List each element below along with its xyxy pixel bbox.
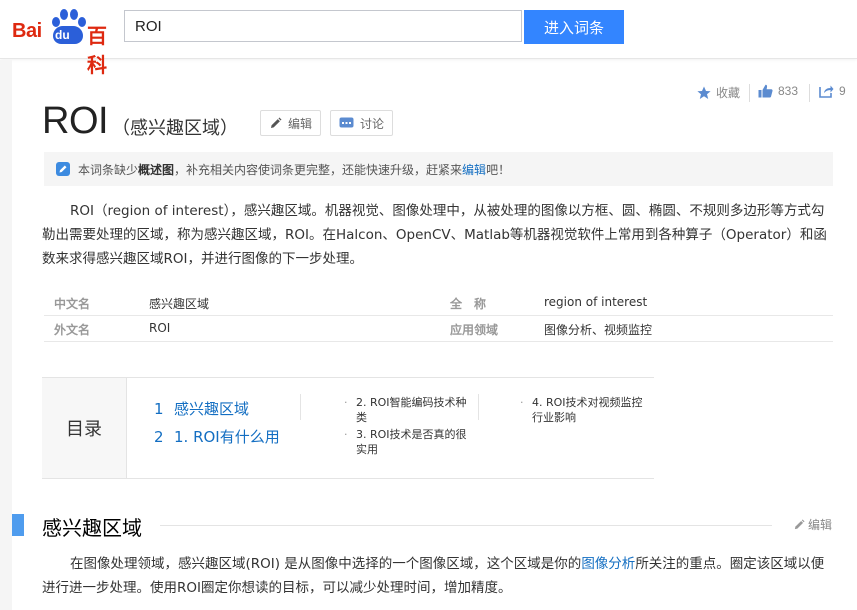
basic-info-name: 中文名 <box>54 297 91 311</box>
toc-item-number: 2 <box>154 428 164 446</box>
discuss-label: 讨论 <box>360 116 385 131</box>
toc-subitem[interactable]: 2. ROI智能编码技术种类 <box>344 395 476 425</box>
like-count: 833 <box>778 84 799 98</box>
entry-subtitle: （感兴趣区域） <box>112 118 238 139</box>
missing-image-notice: 本词条缺少 概述图 ，补充相关内容使词条更完整，还能快速升级，赶紧来 编辑 吧！ <box>44 152 833 186</box>
favorite-label: 收藏 <box>716 86 741 100</box>
basic-info-value: ROI <box>149 321 171 335</box>
left-gutter <box>0 60 12 610</box>
image-analysis-link[interactable]: 图像分析 <box>581 556 635 572</box>
share-count: 9 <box>839 84 846 98</box>
entry-actions: 收藏 833 9 <box>697 84 847 102</box>
section-edit-label: 编辑 <box>808 518 833 532</box>
edit-notice-icon <box>56 162 70 176</box>
section-text: 在图像处理领域，感兴趣区域(ROI) 是从图像中选择的一个图像区域，这个区域是你… <box>70 556 582 572</box>
favorite-button[interactable]: 收藏 <box>697 84 740 101</box>
pencil-icon <box>794 518 805 529</box>
edit-button[interactable]: 编辑 <box>260 110 322 136</box>
logo-baike-text: 百科 <box>87 24 107 77</box>
baidu-baike-logo[interactable]: Bai du 百科 <box>12 8 120 77</box>
star-icon <box>697 86 711 99</box>
basic-info-name: 外文名 <box>54 323 91 337</box>
search-input[interactable] <box>124 10 522 42</box>
basic-info-name: 全 称 <box>450 297 487 311</box>
enter-entry-button[interactable]: 进入词条 <box>524 10 624 44</box>
toc-subitem[interactable]: 3. ROI技术是否真的很实用 <box>344 427 476 457</box>
discuss-button[interactable]: 讨论 <box>330 110 394 136</box>
toc-divider <box>300 394 301 420</box>
like-button[interactable]: 833 <box>758 84 798 98</box>
divider <box>749 84 750 102</box>
toc-divider <box>478 394 479 420</box>
basic-info-name: 应用领域 <box>450 323 499 337</box>
toc-item-text: 感兴趣区域 <box>174 400 250 418</box>
toc-item-text: 1. ROI有什么用 <box>174 428 280 446</box>
section-edit-button[interactable]: 编辑 <box>793 516 832 533</box>
thumbs-up-icon <box>758 84 773 98</box>
section-divider <box>160 525 772 526</box>
basic-info-row: 外文名 ROI 应用领域 图像分析、视频监控 <box>44 316 833 342</box>
pencil-icon <box>271 117 282 128</box>
section-title: 感兴趣区域 <box>42 516 142 540</box>
toc-item[interactable]: 1 感兴趣区域 <box>154 398 249 419</box>
table-of-contents: 目录 1 感兴趣区域 2 1. ROI有什么用 2. ROI智能编码技术种类 3. … <box>42 377 654 479</box>
top-header: Bai du 百科 进入词条 <box>0 0 857 77</box>
share-icon <box>819 85 834 98</box>
basic-info-table: 中文名 感兴趣区域 全 称 region of interest 外文名 ROI… <box>44 290 833 342</box>
paw-icon: du <box>47 8 87 48</box>
notice-bold: 概述图 <box>138 162 175 177</box>
share-button[interactable]: 9 <box>819 84 846 98</box>
toc-item[interactable]: 2 1. ROI有什么用 <box>154 426 280 447</box>
logo-du-text: du <box>55 28 70 42</box>
chat-icon <box>339 117 354 127</box>
logo-bai-text: Bai <box>12 20 42 42</box>
section-paragraph: 在图像处理领域，感兴趣区域(ROI) 是从图像中选择的一个图像区域，这个区域是你… <box>42 552 834 600</box>
toc-label: 目录 <box>42 378 127 478</box>
basic-info-value: 图像分析、视频监控 <box>544 323 653 337</box>
edit-label: 编辑 <box>288 116 313 131</box>
notice-prefix: 本词条缺少 <box>78 162 139 177</box>
notice-middle: ，补充相关内容使词条更完整，还能快速升级，赶紧来 <box>174 162 463 177</box>
toc-item-number: 1 <box>154 400 164 418</box>
notice-suffix: 吧！ <box>486 162 511 177</box>
entry-title: ROI <box>42 100 109 142</box>
basic-info-row: 中文名 感兴趣区域 全 称 region of interest <box>44 290 833 316</box>
basic-info-value: region of interest <box>544 295 648 309</box>
toc-subitem[interactable]: 4. ROI技术对视频监控行业影响 <box>520 395 652 425</box>
divider <box>809 84 810 102</box>
section-marker <box>12 514 24 536</box>
summary-paragraph: ROI（region of interest），感兴趣区域。机器视觉、图像处理中… <box>42 203 827 267</box>
basic-info-value: 感兴趣区域 <box>149 297 210 311</box>
notice-edit-link[interactable]: 编辑 <box>462 161 486 178</box>
